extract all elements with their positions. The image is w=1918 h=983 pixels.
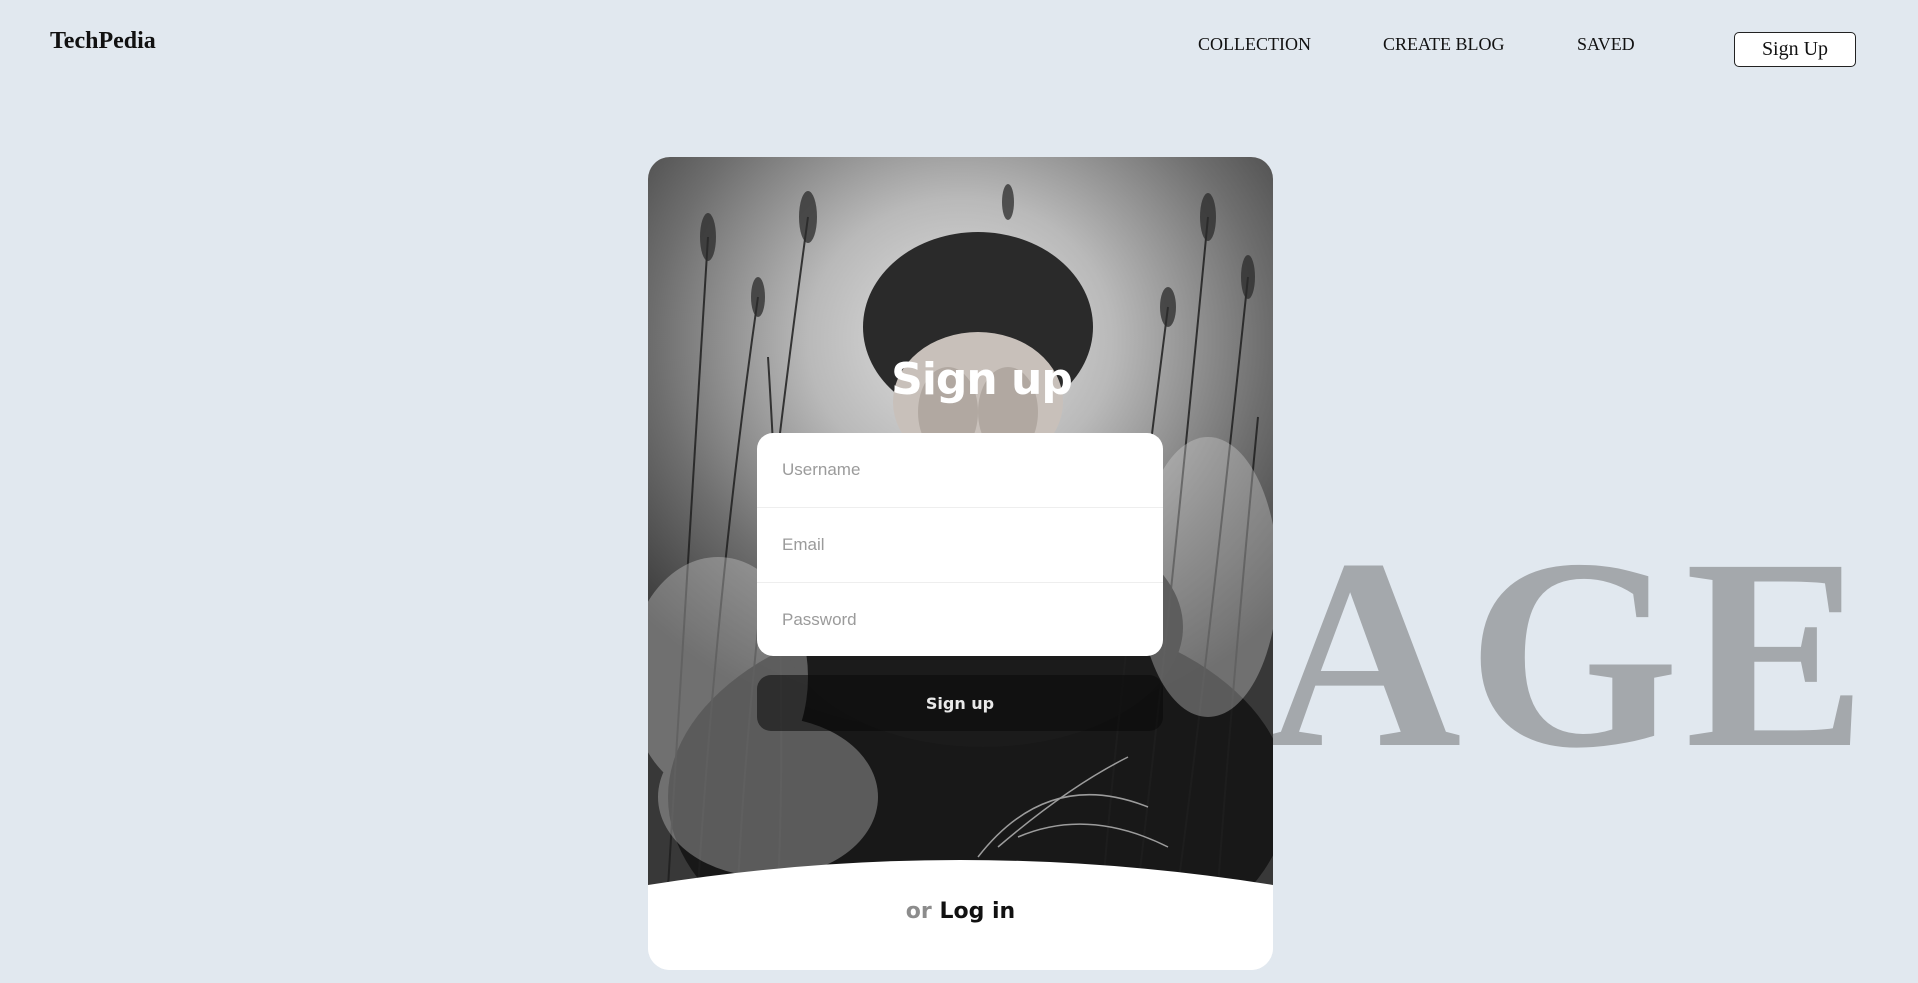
brand-logo[interactable]: TechPedia [50,28,156,55]
password-field-row [757,583,1163,656]
background-decorative-text: AGE [1265,503,1873,804]
signup-form [757,433,1163,656]
login-link[interactable]: Log in [939,899,1015,924]
signup-title: Sign up [891,354,1073,406]
signup-submit-button[interactable]: Sign up [757,675,1163,731]
email-field-row [757,508,1163,583]
email-input[interactable] [757,508,1163,582]
username-input[interactable] [757,433,1163,507]
login-prefix-text: or [905,899,932,924]
signup-card: Sign up Sign up or Log in [648,157,1273,970]
username-field-row [757,433,1163,508]
top-nav: TechPedia COLLECTION CREATE BLOG SAVED S… [0,0,1918,100]
nav-saved-link[interactable]: SAVED [1577,34,1635,55]
login-prompt: or Log in [648,899,1273,924]
nav-collection-link[interactable]: COLLECTION [1198,34,1311,55]
nav-create-blog-link[interactable]: CREATE BLOG [1383,34,1505,55]
nav-signup-button[interactable]: Sign Up [1734,32,1856,67]
password-input[interactable] [757,583,1163,656]
